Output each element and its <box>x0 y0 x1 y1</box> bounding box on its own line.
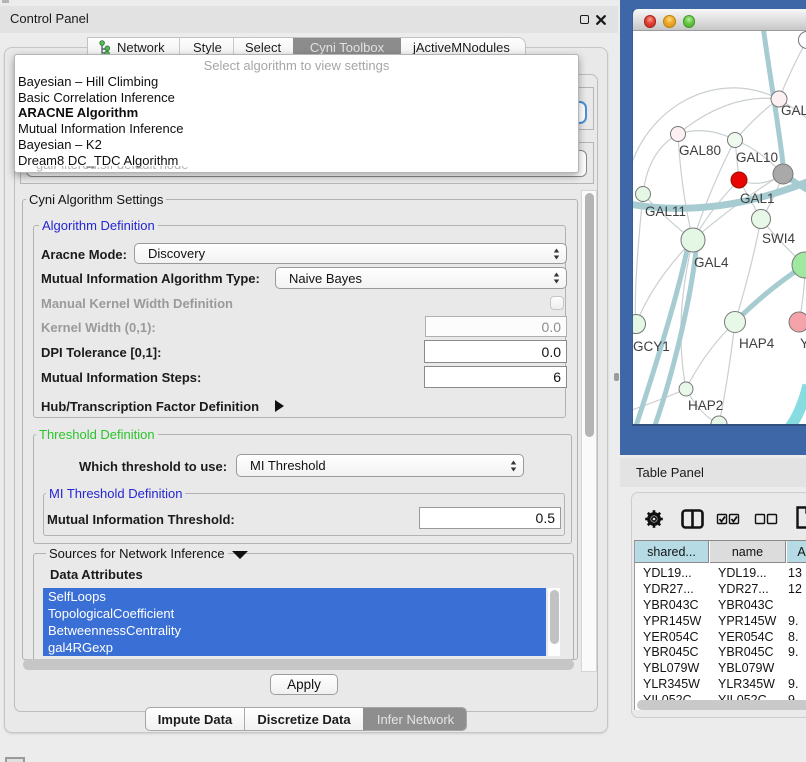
svg-text:GCY1: GCY1 <box>633 339 670 354</box>
svg-text:GAL1: GAL1 <box>740 191 775 206</box>
svg-text:GAL4: GAL4 <box>694 255 729 270</box>
svg-text:GAL80: GAL80 <box>679 143 721 158</box>
svg-text:SWI4: SWI4 <box>762 231 795 246</box>
svg-text:GAL10: GAL10 <box>736 150 778 165</box>
svg-text:HAP2: HAP2 <box>688 398 723 413</box>
svg-text:HAP4: HAP4 <box>739 336 775 351</box>
svg-text:GAL11: GAL11 <box>645 204 686 219</box>
svg-text:Y: Y <box>800 336 806 351</box>
svg-text:GAL: GAL <box>781 103 806 118</box>
